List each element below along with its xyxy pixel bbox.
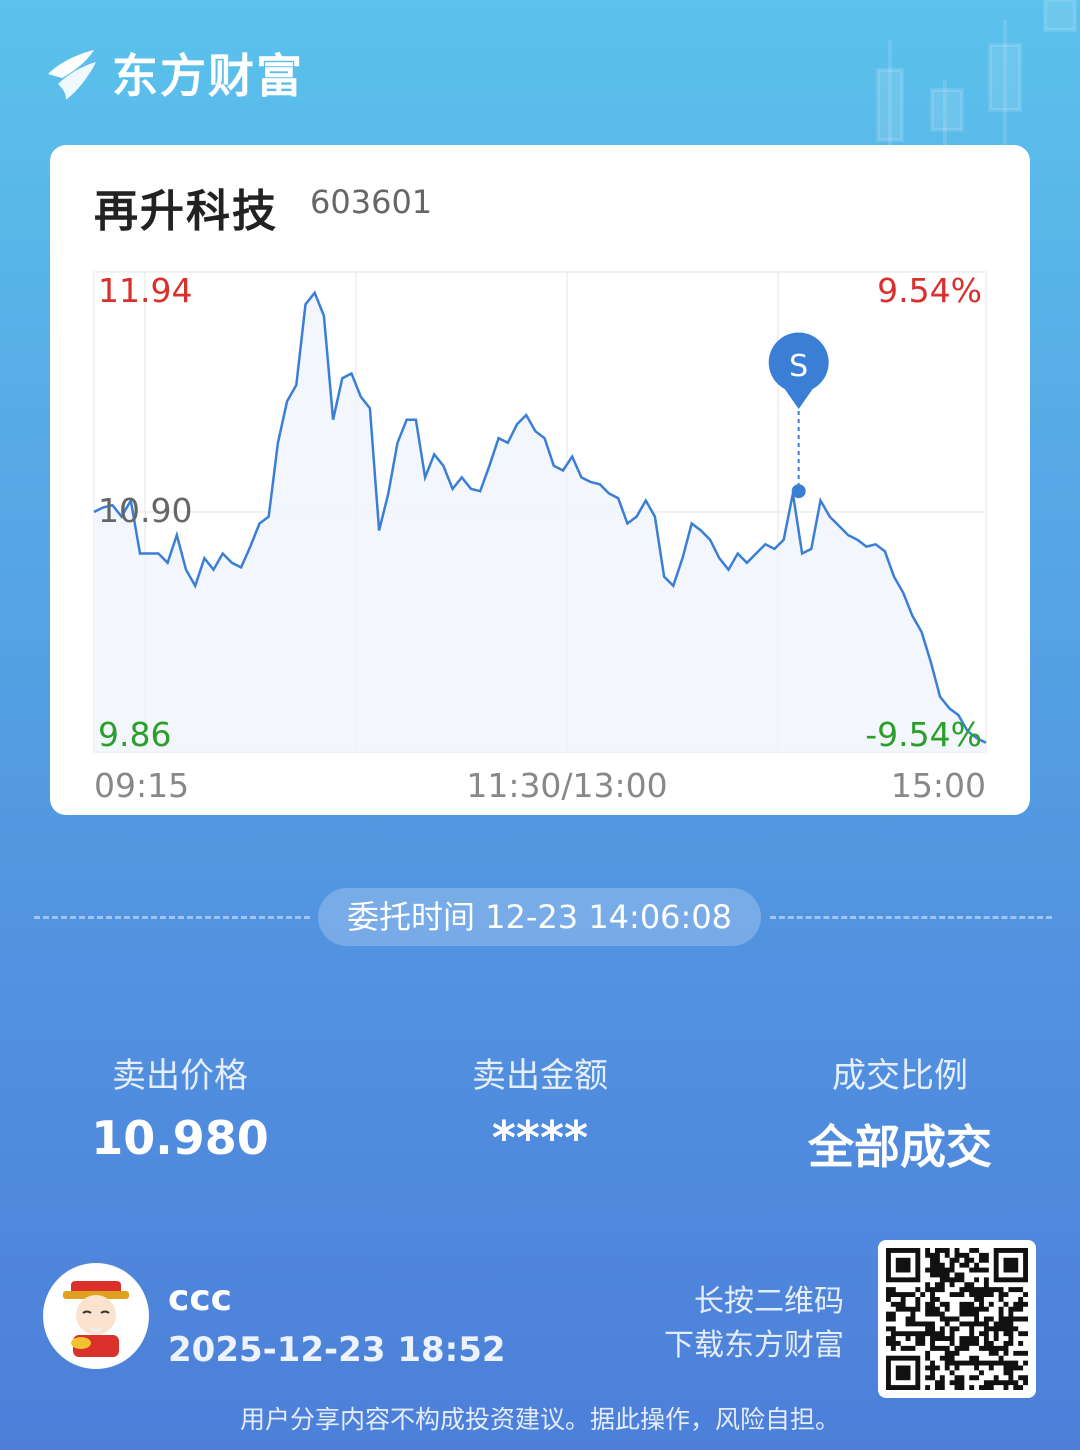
order-time-row: 委托时间 12-23 14:06:08 bbox=[0, 888, 1080, 948]
stat-value: 全部成交 bbox=[808, 1120, 992, 1174]
god-of-wealth-avatar-icon bbox=[63, 1281, 129, 1357]
stat-label: 卖出金额 bbox=[472, 1056, 608, 1096]
sell-point-dot bbox=[791, 484, 806, 499]
qr-code[interactable] bbox=[878, 1240, 1036, 1398]
stat-label: 成交比例 bbox=[832, 1056, 968, 1096]
qr-hint-line1: 长按二维码 bbox=[694, 1284, 844, 1319]
stat-fill-ratio: 成交比例 全部成交 bbox=[720, 1048, 1080, 1177]
brand-name: 东方财富 bbox=[112, 49, 304, 103]
y-mid-price-label: 10.90 bbox=[98, 491, 192, 530]
y-max-price-label: 11.94 bbox=[98, 271, 192, 310]
qr-hint: 长按二维码 下载东方财富 bbox=[664, 1280, 844, 1368]
y-min-price-label: 9.86 bbox=[98, 715, 171, 754]
order-time-value: 12-23 14:06:08 bbox=[485, 898, 733, 936]
qr-code-icon bbox=[886, 1248, 1028, 1390]
stat-value: 10.980 bbox=[91, 1111, 269, 1165]
share-time: 2025-12-23 18:52 bbox=[168, 1330, 506, 1370]
disclaimer: 用户分享内容不构成投资建议。据此操作，风险自担。 bbox=[239, 1405, 840, 1434]
stat-sell-price: 卖出价格 10.980 bbox=[0, 1048, 360, 1165]
user-avatar[interactable] bbox=[43, 1263, 149, 1369]
stat-value: **** bbox=[491, 1111, 589, 1165]
stat-sell-amount: 卖出金额 **** bbox=[360, 1048, 720, 1165]
y-max-pct-label: 9.54% bbox=[877, 271, 982, 310]
stock-chart-card: 再升科技 603601 S 11.94 10.90 9.86 9.54% -9.… bbox=[50, 145, 1030, 815]
price-area-fill bbox=[94, 292, 986, 752]
x-tick-open: 09:15 bbox=[94, 766, 189, 805]
order-time-label: 委托时间 bbox=[346, 898, 475, 936]
y-min-pct-label: -9.54% bbox=[865, 715, 982, 754]
sell-marker-label: S bbox=[789, 349, 808, 384]
x-tick-midday: 11:30/13:00 bbox=[466, 766, 667, 805]
eastmoney-logo-icon bbox=[48, 50, 96, 100]
user-name: ccc bbox=[168, 1278, 233, 1319]
qr-hint-line2: 下载东方财富 bbox=[664, 1328, 844, 1363]
brand-header: 东方财富 bbox=[42, 40, 304, 106]
divider-right bbox=[770, 916, 1052, 919]
x-tick-close: 15:00 bbox=[891, 766, 986, 805]
order-time-badge: 委托时间 12-23 14:06:08 bbox=[318, 888, 761, 946]
intraday-price-chart: S 11.94 10.90 9.86 9.54% -9.54% 09:15 11… bbox=[93, 271, 987, 805]
divider-left bbox=[34, 916, 310, 919]
stat-label: 卖出价格 bbox=[112, 1056, 248, 1096]
